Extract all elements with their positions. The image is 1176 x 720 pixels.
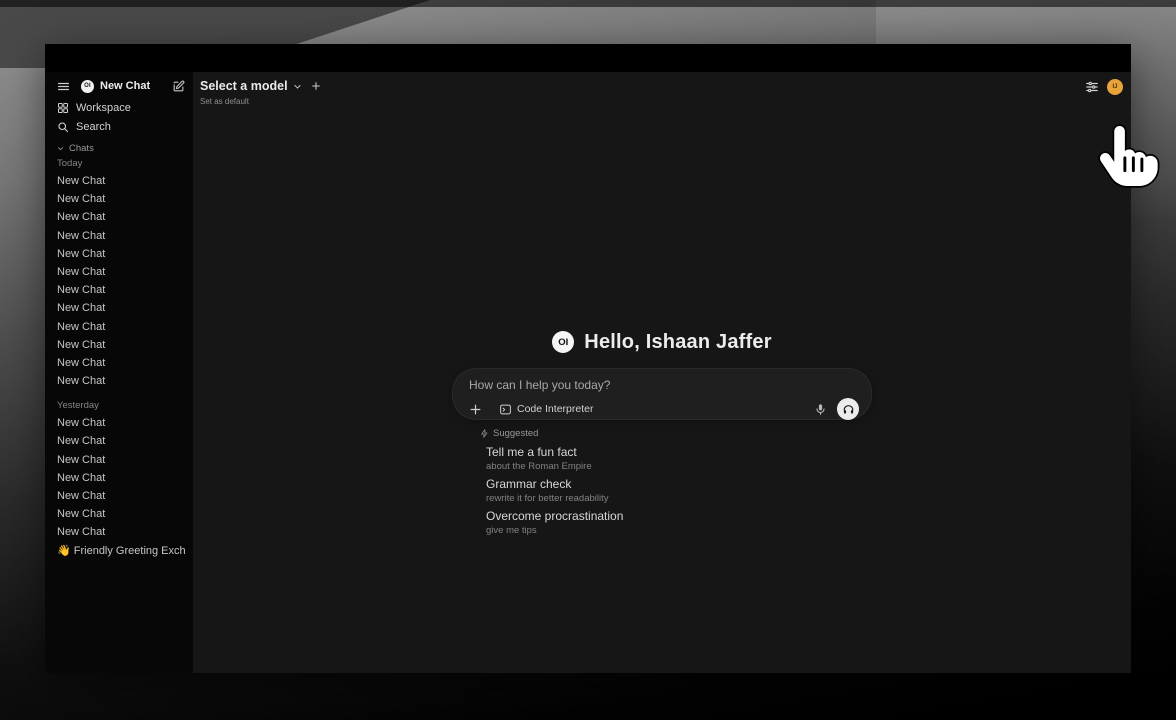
chat-item-friendly-greeting[interactable]: 👋 Friendly Greeting Exchange <box>57 542 185 560</box>
sidebar-header: OI New Chat <box>57 78 185 94</box>
chat-item[interactable]: New Chat <box>57 281 185 299</box>
attach-plus-icon[interactable] <box>469 403 482 416</box>
main-area: Select a model Set as default IJ <box>193 72 1131 673</box>
prompt-title: Grammar check <box>486 477 872 491</box>
chat-item[interactable]: New Chat <box>57 318 185 336</box>
chat-group-label-yesterday: Yesterday <box>57 398 185 414</box>
workspace-label: Workspace <box>76 102 131 114</box>
greeting-text: Hello, Ishaan Jaffer <box>584 331 771 354</box>
suggested-label: Suggested <box>493 428 538 439</box>
chat-item[interactable]: New Chat <box>57 354 185 372</box>
chat-item[interactable]: New Chat <box>57 336 185 354</box>
search-icon <box>57 121 69 133</box>
chat-item[interactable]: New Chat <box>57 208 185 226</box>
chat-item[interactable]: New Chat <box>57 487 185 505</box>
prompt-title: Tell me a fun fact <box>486 445 872 459</box>
model-selector: Select a model Set as default <box>200 79 321 106</box>
background-shape <box>0 0 1176 7</box>
chats-label: Chats <box>69 143 94 154</box>
chat-group-label-today: Today <box>57 156 185 172</box>
chat-item[interactable]: New Chat <box>57 432 185 450</box>
sidebar: OI New Chat Workspace Search <box>45 72 193 673</box>
prompt-subtitle: about the Roman Empire <box>486 461 872 472</box>
chat-item[interactable]: New Chat <box>57 263 185 281</box>
search-label: Search <box>76 121 111 133</box>
composer-toolbar: Code Interpreter <box>469 397 859 421</box>
model-selector-label: Select a model <box>200 79 288 93</box>
chevron-down-icon <box>57 145 64 152</box>
app-logo: OI <box>552 331 574 353</box>
chat-item[interactable]: New Chat <box>57 190 185 208</box>
workspace-icon <box>57 102 69 114</box>
prompt-subtitle: rewrite it for better readability <box>486 493 872 504</box>
chat-item[interactable]: New Chat <box>57 469 185 487</box>
suggested-prompt[interactable]: Tell me a fun fact about the Roman Empir… <box>480 445 872 472</box>
set-as-default-button[interactable]: Set as default <box>200 97 321 106</box>
app-window: OI New Chat Workspace Search <box>45 44 1131 673</box>
chat-item[interactable]: New Chat <box>57 451 185 469</box>
window-body: OI New Chat Workspace Search <box>45 72 1131 673</box>
add-model-icon[interactable] <box>311 81 321 91</box>
settings-sliders-icon[interactable] <box>1085 80 1099 94</box>
chat-item[interactable]: New Chat <box>57 245 185 263</box>
composer-placeholder[interactable]: How can I help you today? <box>469 378 859 392</box>
voice-call-button[interactable] <box>837 398 859 420</box>
headphones-icon <box>842 403 855 416</box>
suggested-header: Suggested <box>480 426 872 440</box>
message-composer[interactable]: How can I help you today? Code Interpret… <box>452 368 872 420</box>
chat-item[interactable]: New Chat <box>57 372 185 390</box>
code-interpreter-label: Code Interpreter <box>517 403 593 415</box>
chat-item[interactable]: New Chat <box>57 523 185 541</box>
chat-item[interactable]: New Chat <box>57 172 185 190</box>
suggested-prompt[interactable]: Grammar check rewrite it for better read… <box>480 477 872 504</box>
suggested-section: Suggested Tell me a fun fact about the R… <box>452 426 872 536</box>
top-right-controls: IJ <box>1085 79 1123 95</box>
prompt-title: Overcome procrastination <box>486 509 872 523</box>
greeting-row: OI Hello, Ishaan Jaffer <box>452 330 872 354</box>
chat-item[interactable]: New Chat <box>57 299 185 317</box>
chevron-down-icon <box>293 82 302 91</box>
screenshot-root: { "brand": { "logo_text": "OI" }, "sideb… <box>0 0 1176 720</box>
window-top-bar <box>45 44 1131 72</box>
prompt-subtitle: give me tips <box>486 525 872 536</box>
chats-section-header[interactable]: Chats <box>57 140 185 156</box>
terminal-icon <box>499 403 512 416</box>
sidebar-toggle-icon[interactable] <box>57 80 70 93</box>
microphone-icon[interactable] <box>814 403 827 416</box>
sidebar-title: New Chat <box>100 80 150 92</box>
chat-item[interactable]: New Chat <box>57 505 185 523</box>
code-interpreter-toggle[interactable]: Code Interpreter <box>499 403 593 416</box>
app-logo: OI <box>81 80 94 93</box>
user-avatar[interactable]: IJ <box>1107 79 1123 95</box>
chat-item[interactable]: New Chat <box>57 414 185 432</box>
bolt-icon <box>480 429 489 438</box>
sidebar-item-search[interactable]: Search <box>57 117 185 136</box>
new-chat-icon[interactable] <box>172 80 185 93</box>
suggested-prompt[interactable]: Overcome procrastination give me tips <box>480 509 872 536</box>
chat-item[interactable]: New Chat <box>57 227 185 245</box>
model-selector-button[interactable]: Select a model <box>200 79 321 93</box>
welcome-section: OI Hello, Ishaan Jaffer How can I help y… <box>452 330 872 536</box>
sidebar-item-workspace[interactable]: Workspace <box>57 98 185 117</box>
